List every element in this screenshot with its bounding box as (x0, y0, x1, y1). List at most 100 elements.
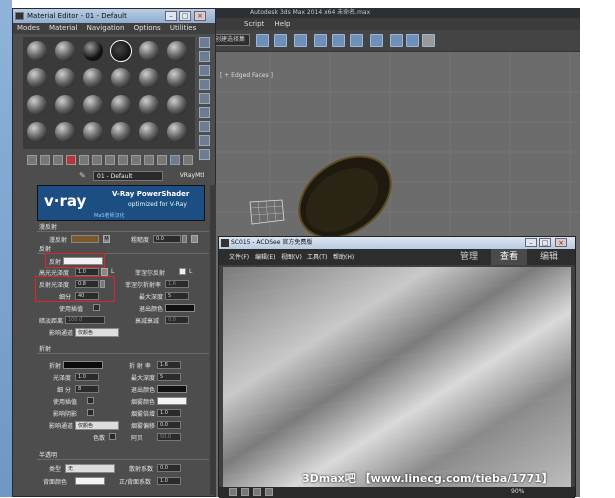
render-teapot-icon[interactable] (422, 34, 435, 47)
sample-slot-sphere[interactable] (167, 95, 187, 115)
put-to-library-icon[interactable] (105, 155, 115, 165)
make-preview-icon[interactable] (199, 107, 210, 118)
refr-interp-checkbox[interactable] (87, 397, 94, 404)
selection-set-dropdown[interactable]: 创建选择集 (212, 34, 250, 46)
show-end-result-icon[interactable] (144, 155, 154, 165)
fwd-bck-coeff-field[interactable]: 1.0 (157, 477, 181, 485)
assign-to-selection-icon[interactable] (53, 155, 63, 165)
diffuse-color-swatch[interactable] (71, 235, 99, 243)
material-type-button[interactable]: VRayMtl (171, 171, 213, 181)
material-name-field[interactable]: 01 - Default (93, 171, 163, 181)
abbe-field[interactable]: 50.0 (157, 433, 181, 441)
curve-editor-icon[interactable] (332, 34, 345, 47)
render-frame-icon[interactable] (406, 34, 419, 47)
uv-tiling-icon[interactable] (199, 79, 210, 90)
backlight-icon[interactable] (199, 51, 210, 62)
acdsee-menu-help[interactable]: 帮助(H) (333, 252, 354, 261)
back-color-swatch[interactable] (75, 477, 105, 485)
sample-slot-sphere[interactable] (83, 122, 103, 142)
refl-interp-checkbox[interactable] (93, 304, 100, 311)
dispersion-checkbox[interactable] (109, 433, 116, 440)
sample-slot-sphere[interactable] (55, 95, 75, 115)
affect-shadows-checkbox[interactable] (87, 409, 94, 416)
pick-from-object-icon[interactable] (183, 155, 193, 165)
select-by-material-icon[interactable] (199, 135, 210, 146)
sample-slot-sphere[interactable] (139, 68, 159, 88)
dim-distance-field[interactable]: 100.0 (65, 316, 105, 324)
acdsee-close-button[interactable]: × (555, 238, 567, 247)
parameters-scrollbar[interactable] (210, 185, 216, 495)
hilight-gloss-field[interactable]: 1.0 (75, 268, 99, 276)
tab-manage[interactable]: 管理 (451, 249, 487, 265)
schematic-icon[interactable] (350, 34, 363, 47)
roughness-field[interactable]: 0.0 (153, 235, 181, 243)
menu-help[interactable]: Help (275, 20, 291, 28)
refl-affect-dropdown[interactable]: 仅颜色 (75, 328, 119, 337)
show-map-icon[interactable] (131, 155, 141, 165)
prev-image-icon[interactable] (229, 488, 237, 496)
fog-bias-field[interactable]: 0.0 (157, 421, 181, 429)
acdsee-menu-tools[interactable]: 工具(T) (307, 252, 327, 261)
sample-slot-sphere[interactable] (55, 122, 75, 142)
refr-max-depth-field[interactable]: 5 (157, 373, 181, 381)
background-icon[interactable] (199, 65, 210, 76)
tab-edit[interactable]: 编辑 (531, 249, 567, 265)
acdsee-minimize-button[interactable]: – (525, 238, 537, 247)
sample-slot-sphere[interactable] (110, 40, 132, 62)
menu-navigation[interactable]: Navigation (87, 24, 125, 32)
sample-slot-sphere[interactable] (139, 122, 159, 142)
refr-affect-dropdown[interactable]: 仅颜色 (75, 421, 119, 430)
render-setup-icon[interactable] (390, 34, 403, 47)
sample-slot-sphere[interactable] (111, 95, 131, 115)
diffuse-map-button[interactable]: M (103, 235, 110, 243)
sample-slot-sphere[interactable] (111, 122, 131, 142)
acdsee-menu-file[interactable]: 文件(F) (229, 252, 249, 261)
menu-material[interactable]: Material (49, 24, 77, 32)
make-unique-icon[interactable] (92, 155, 102, 165)
acdsee-maximize-button[interactable]: □ (539, 238, 551, 247)
roughness-map-button[interactable] (191, 235, 198, 243)
get-material-icon[interactable] (27, 155, 37, 165)
sample-slot-sphere[interactable] (55, 68, 75, 88)
acdsee-menu-view[interactable]: 视图(V) (281, 252, 302, 261)
next-image-icon[interactable] (241, 488, 249, 496)
maximize-button[interactable]: □ (179, 11, 191, 21)
material-editor-icon[interactable] (370, 34, 383, 47)
material-id-icon[interactable] (118, 155, 128, 165)
sample-slot-sphere[interactable] (83, 68, 103, 88)
menu-script[interactable]: Script (244, 20, 264, 28)
refr-exit-color-swatch[interactable] (157, 385, 187, 393)
sample-slot-sphere[interactable] (139, 41, 159, 61)
go-forward-sibling-icon[interactable] (170, 155, 180, 165)
fresnel-checkbox[interactable] (179, 268, 186, 275)
fog-color-swatch[interactable] (157, 397, 187, 405)
ior-field[interactable]: 1.6 (157, 361, 181, 369)
sample-slot-sphere[interactable] (167, 41, 187, 61)
sample-slot-sphere[interactable] (27, 95, 47, 115)
layer-manager-icon[interactable] (294, 34, 307, 47)
slideshow-icon[interactable] (265, 488, 273, 496)
menu-modes[interactable]: Modes (17, 24, 40, 32)
refl-max-depth-field[interactable]: 5 (165, 292, 189, 300)
menu-utilities[interactable]: Utilities (170, 24, 196, 32)
scatter-coeff-field[interactable]: 0.0 (157, 464, 181, 472)
sample-slot-sphere[interactable] (83, 41, 103, 61)
refr-gloss-field[interactable]: 1.0 (75, 373, 99, 381)
sample-slot-sphere[interactable] (167, 68, 187, 88)
close-button[interactable]: × (194, 11, 206, 21)
video-check-icon[interactable] (199, 93, 210, 104)
sample-slot-sphere[interactable] (83, 95, 103, 115)
tab-view[interactable]: 查看 (491, 249, 527, 265)
sample-slot-sphere[interactable] (27, 41, 47, 61)
sample-type-icon[interactable] (199, 37, 210, 48)
minimize-button[interactable]: – (165, 11, 177, 21)
refl-exit-color-swatch[interactable] (165, 304, 195, 312)
sample-slot-sphere[interactable] (55, 41, 75, 61)
acdsee-menu-edit[interactable]: 编辑(E) (255, 252, 275, 261)
roughness-spinner[interactable] (182, 235, 187, 243)
go-to-parent-icon[interactable] (157, 155, 167, 165)
mirror-icon[interactable] (256, 34, 269, 47)
sample-slot-sphere[interactable] (27, 68, 47, 88)
eyedropper-icon[interactable]: ✎ (79, 171, 86, 180)
zoom-level[interactable]: 90% (511, 488, 524, 495)
